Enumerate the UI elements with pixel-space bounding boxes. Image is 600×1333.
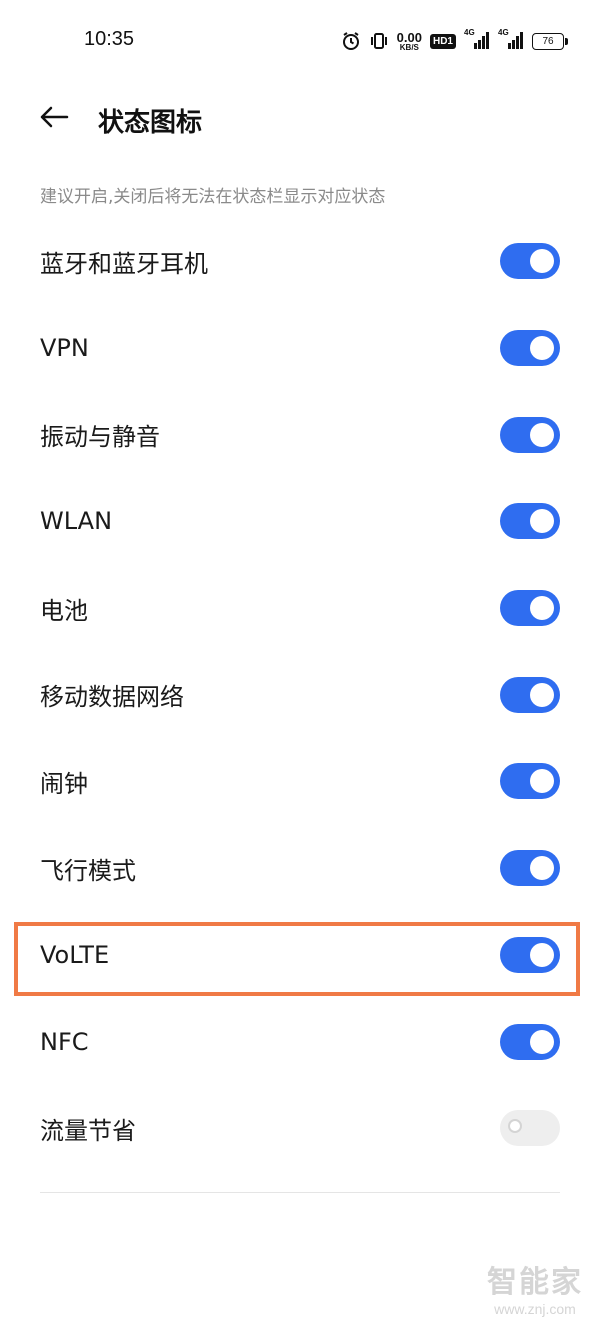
setting-label: 闹钟 — [40, 769, 88, 798]
toggle-knob — [530, 1029, 554, 1054]
back-button[interactable] — [34, 102, 74, 136]
setting-row-airplane-mode[interactable]: 飞行模式 — [0, 825, 600, 912]
toggle-knob — [530, 682, 554, 707]
setting-row-data-saver[interactable]: 流量节省 — [0, 1085, 600, 1172]
toggle-switch[interactable] — [500, 676, 560, 713]
battery-icon: 76 — [532, 32, 568, 50]
vibrate-icon — [369, 31, 389, 51]
divider — [40, 1192, 560, 1193]
toggle-switch[interactable] — [500, 850, 560, 887]
page-header: 状态图标 — [0, 90, 600, 150]
setting-row-mobile-data[interactable]: 移动数据网络 — [0, 651, 600, 738]
signal-icon-sim2: 4G — [498, 28, 524, 51]
toggle-switch[interactable] — [500, 763, 560, 800]
net-speed: 0.00 KB/S — [397, 31, 422, 52]
hint-text: 建议开启,关闭后将无法在状态栏显示对应状态 — [40, 187, 386, 207]
toggle-knob — [530, 942, 554, 967]
toggle-switch[interactable] — [500, 243, 560, 280]
status-bar: 10:35 0.00 KB/S HD1 4G 4G 76 — [0, 0, 600, 80]
setting-label: 振动与静音 — [40, 423, 160, 452]
arrow-left-icon — [39, 105, 69, 133]
toggle-switch[interactable] — [500, 1110, 560, 1147]
setting-label: 电池 — [40, 596, 88, 625]
toggle-knob — [530, 509, 554, 534]
toggle-switch[interactable] — [500, 330, 560, 367]
signal-icon-sim1: 4G — [464, 28, 490, 51]
toggle-switch[interactable] — [500, 416, 560, 453]
net-speed-value: 0.00 — [396, 29, 422, 45]
toggle-switch[interactable] — [500, 590, 560, 627]
setting-label: NFC — [40, 1027, 89, 1056]
setting-row-wlan[interactable]: WLAN — [0, 478, 600, 565]
toggle-knob — [530, 336, 554, 361]
toggle-knob — [530, 596, 554, 621]
alarm-icon — [341, 31, 361, 51]
page-title: 状态图标 — [98, 108, 203, 138]
setting-row-bluetooth[interactable]: 蓝牙和蓝牙耳机 — [0, 218, 600, 305]
watermark-logo-text: 智能家 — [487, 1265, 583, 1300]
hd-badge: HD1 — [429, 33, 456, 49]
setting-label: 流量节省 — [40, 1116, 136, 1145]
toggle-knob — [530, 422, 554, 447]
watermark-url: www.znj.com — [494, 1301, 576, 1317]
setting-row-volte[interactable]: VoLTE — [0, 912, 600, 999]
setting-label: VoLTE — [40, 940, 110, 969]
status-icons: 0.00 KB/S HD1 4G 4G 76 — [341, 28, 568, 54]
toggle-knob — [530, 769, 554, 794]
setting-row-nfc[interactable]: NFC — [0, 998, 600, 1085]
setting-label: VPN — [40, 334, 89, 363]
toggle-knob — [508, 1119, 522, 1134]
setting-row-vpn[interactable]: VPN — [0, 305, 600, 392]
setting-row-vibrate-silent[interactable]: 振动与静音 — [0, 391, 600, 478]
setting-row-battery[interactable]: 电池 — [0, 565, 600, 652]
settings-list: 蓝牙和蓝牙耳机 VPN 振动与静音 WLAN 电池 移动数据网络 闹钟 飞行模式… — [0, 218, 600, 1172]
watermark-logo: 智能家 www.znj.com — [480, 1257, 590, 1323]
toggle-switch[interactable] — [500, 503, 560, 540]
net-speed-unit: KB/S — [399, 42, 419, 52]
toggle-knob — [530, 856, 554, 881]
toggle-switch[interactable] — [500, 936, 560, 973]
toggle-knob — [530, 249, 554, 274]
setting-label: WLAN — [40, 507, 113, 536]
setting-label: 移动数据网络 — [40, 683, 184, 712]
battery-level: 76 — [542, 35, 554, 47]
sim1-label: 4G — [464, 28, 475, 37]
setting-label: 蓝牙和蓝牙耳机 — [40, 249, 208, 278]
setting-row-alarm[interactable]: 闹钟 — [0, 738, 600, 825]
toggle-switch[interactable] — [500, 1023, 560, 1060]
status-time: 10:35 — [84, 28, 135, 50]
setting-label: 飞行模式 — [40, 856, 136, 885]
sim2-label: 4G — [498, 28, 509, 37]
